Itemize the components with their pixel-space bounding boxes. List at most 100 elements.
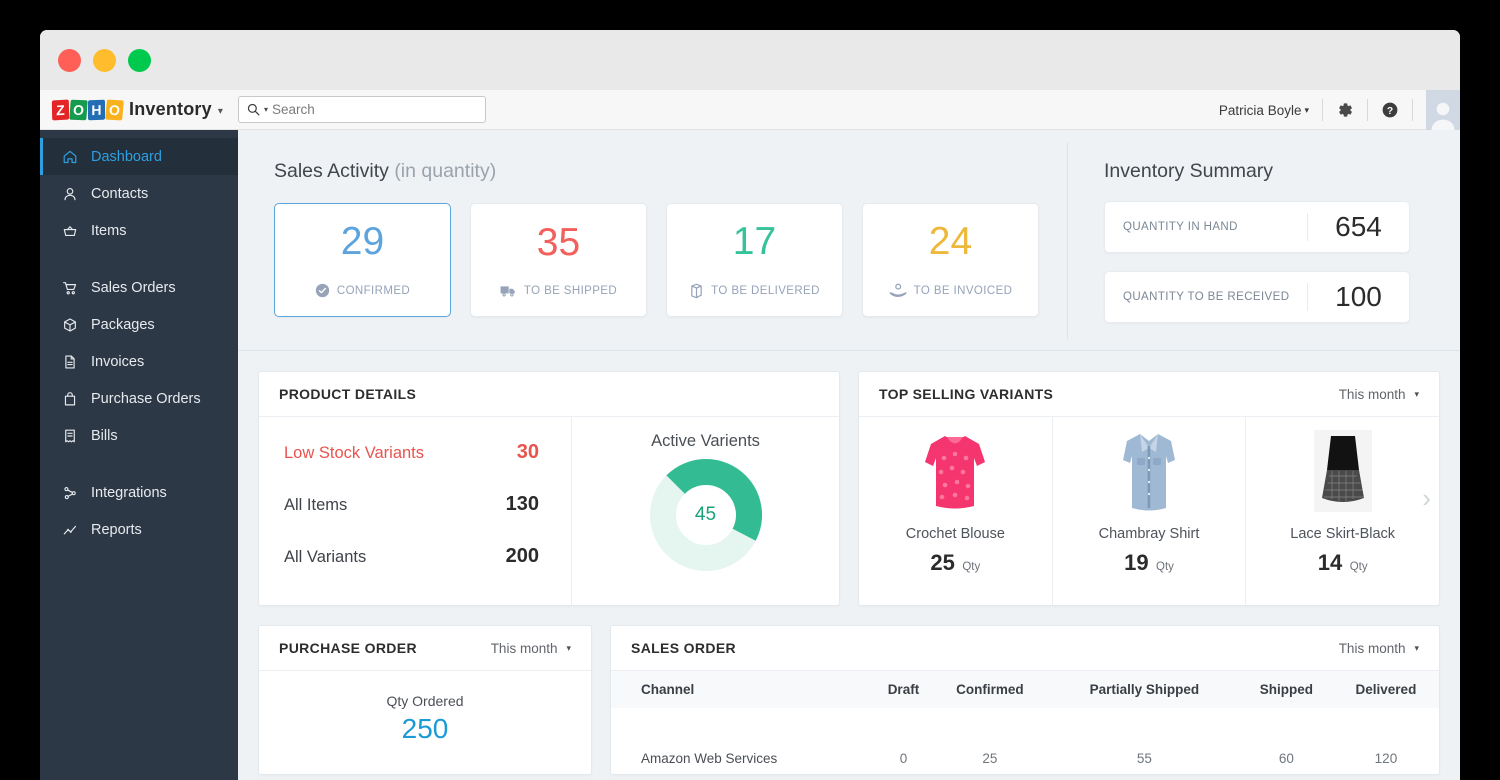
sidebar-item-invoices[interactable]: Invoices [40,343,238,380]
package-icon [61,317,78,333]
integrations-icon [61,485,78,501]
variant-qty-value: 14 [1318,550,1342,575]
variant-qty-unit: Qty [1156,561,1174,573]
sidebar-item-items[interactable]: Items [40,212,238,249]
table-body: Amazon Web Services 0 25 55 60 120 [611,708,1439,766]
period-selector[interactable]: This month ▾ [1339,387,1419,402]
search-input[interactable]: ▾ Search [238,96,486,123]
panel-title: PURCHASE ORDER [279,640,417,656]
sales-activity-card-confirmed[interactable]: 29 CONFIRMED [274,203,451,317]
chart-title: Active Varients [651,432,760,451]
column-header-channel[interactable]: Channel [611,671,876,708]
sales-activity-card-to-be-invoiced[interactable]: 24 TO BE INVOICED [862,203,1039,317]
variant-card-crochet-blouse[interactable]: Crochet Blouse 25 Qty [859,417,1053,605]
sidebar-item-dashboard[interactable]: Dashboard [40,138,238,175]
period-selector[interactable]: This month ▾ [1339,641,1419,656]
reports-icon [61,522,78,538]
sidebar-item-contacts[interactable]: Contacts [40,175,238,212]
column-header-shipped[interactable]: Shipped [1240,671,1333,708]
sidebar-item-integrations[interactable]: Integrations [40,474,238,511]
main-content: Sales Activity (in quantity) 29 [238,130,1460,780]
period-selector[interactable]: This month ▾ [491,641,571,656]
search-scope-caret-icon[interactable]: ▾ [264,105,268,114]
table-row[interactable]: Amazon Web Services 0 25 55 60 120 [611,708,1439,766]
column-header-delivered[interactable]: Delivered [1333,671,1439,708]
sidebar-item-label: Purchase Orders [91,391,201,407]
truck-icon [500,284,517,298]
variant-qty: 14 Qty [1318,550,1368,576]
qty-ordered-value: 250 [259,713,591,745]
document-icon [61,354,78,370]
sidebar-item-purchase-orders[interactable]: Purchase Orders [40,380,238,417]
variant-card-lace-skirt-black[interactable]: Lace Skirt-Black 14 Qty [1246,417,1439,605]
sidebar-item-bills[interactable]: Bills [40,417,238,454]
chevron-right-icon[interactable]: › [1422,485,1431,511]
variant-qty-value: 19 [1124,550,1148,575]
inventory-row-value: 654 [1307,213,1409,241]
variant-name: Lace Skirt-Black [1290,526,1395,542]
inventory-row-quantity-in-hand[interactable]: QUANTITY IN HAND 654 [1104,201,1410,253]
card-value: 29 [341,222,384,261]
close-button[interactable] [58,49,81,72]
sidebar-item-label: Items [91,223,126,239]
panel-header: PRODUCT DETAILS [259,372,839,417]
inventory-row-quantity-to-be-received[interactable]: QUANTITY TO BE RECEIVED 100 [1104,271,1410,323]
product-details-row-all-items[interactable]: All Items 130 [284,493,539,516]
sales-activity-cards: 29 CONFIRMED [274,203,1068,317]
chevron-down-icon[interactable]: ▾ [218,106,223,117]
summary-row: Sales Activity (in quantity) 29 [238,130,1460,350]
brand-logo[interactable]: Z O H O Inventory ▾ [40,99,238,120]
zoho-letter-h: H [88,99,105,120]
card-label: TO BE SHIPPED [524,285,617,297]
zoho-logo-icon: Z O H O [52,100,124,120]
blue-chambray-shirt-image [1118,427,1180,515]
home-icon [61,149,78,165]
sales-order-table: Channel Draft Confirmed Partially Shippe… [611,671,1439,766]
sidebar-item-label: Reports [91,522,142,538]
column-header-confirmed[interactable]: Confirmed [931,671,1049,708]
browser-window: Z O H O Inventory ▾ ▾ Search [40,30,1460,780]
product-details-row-low-stock[interactable]: Low Stock Variants 30 [284,441,539,464]
panel-title: PRODUCT DETAILS [279,386,416,402]
cell-draft: 0 [876,708,931,766]
row-label: All Variants [284,548,366,567]
sidebar-item-reports[interactable]: Reports [40,511,238,548]
period-label: This month [1339,387,1406,402]
variant-card-chambray-shirt[interactable]: Chambray Shirt 19 Qty [1053,417,1247,605]
minimize-button[interactable] [93,49,116,72]
avatar[interactable] [1426,90,1460,130]
variant-qty-value: 25 [930,550,954,575]
inventory-row-label: QUANTITY TO BE RECEIVED [1105,291,1307,303]
variant-qty-unit: Qty [962,561,980,573]
qty-ordered-label: Qty Ordered [259,693,591,709]
sidebar-item-sales-orders[interactable]: Sales Orders [40,269,238,306]
window-titlebar [40,30,1460,90]
maximize-button[interactable] [128,49,151,72]
topbar-right-group: Patricia Boyle ▾ ? [1219,90,1460,130]
table-header-row: Channel Draft Confirmed Partially Shippe… [611,671,1439,708]
sales-activity-card-to-be-shipped[interactable]: 35 [470,203,647,317]
sidebar-item-packages[interactable]: Packages [40,306,238,343]
top-selling-variants-list: Crochet Blouse 25 Qty [859,417,1439,605]
row-value: 130 [506,493,539,516]
cart-icon [61,280,78,296]
card-label: TO BE DELIVERED [711,285,820,297]
active-variants-chart: Active Varients 45 [571,417,839,605]
column-header-partially-shipped[interactable]: Partially Shipped [1049,671,1240,708]
product-details-panel: PRODUCT DETAILS Low Stock Variants 30 [258,371,840,606]
user-menu-caret-icon[interactable]: ▾ [1304,105,1309,116]
zoho-letter-z: Z [52,99,69,120]
sidebar: Dashboard Contacts [40,130,238,780]
product-details-row-all-variants[interactable]: All Variants 200 [284,545,539,568]
panel-header: TOP SELLING VARIANTS This month ▾ [859,372,1439,417]
user-name-label[interactable]: Patricia Boyle [1219,103,1305,118]
help-icon[interactable]: ? [1381,101,1399,119]
row-label: Low Stock Variants [284,444,424,463]
gear-icon[interactable] [1336,101,1354,119]
sales-activity-section: Sales Activity (in quantity) 29 [238,130,1068,350]
sales-activity-card-to-be-delivered[interactable]: 17 TO BE DELIVERED [666,203,843,317]
app-body: Dashboard Contacts [40,130,1460,780]
panel-title: TOP SELLING VARIANTS [879,386,1053,402]
column-header-draft[interactable]: Draft [876,671,931,708]
card-label: CONFIRMED [337,285,410,297]
